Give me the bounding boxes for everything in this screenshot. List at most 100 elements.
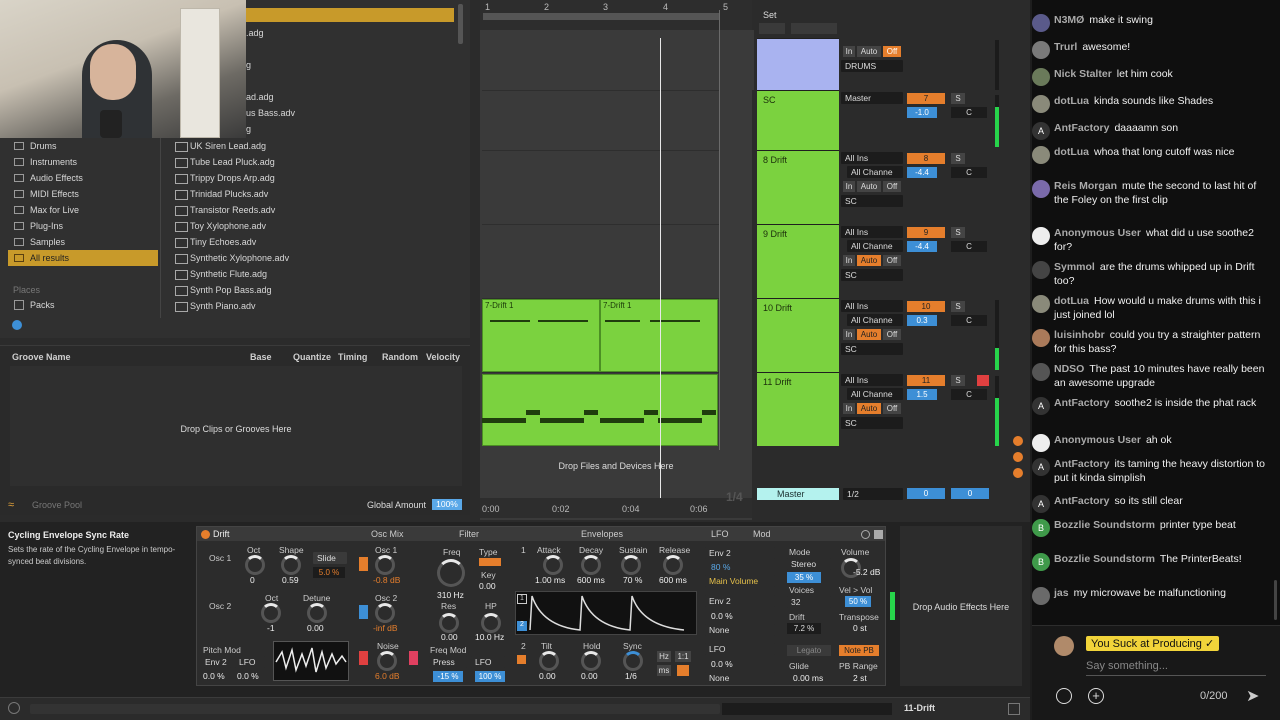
mod2-source[interactable]: Env 2 <box>705 595 775 607</box>
env1-sustain-knob[interactable] <box>621 555 641 575</box>
env1-attack-knob[interactable] <box>543 555 563 575</box>
groove-drop-area[interactable]: Drop Clips or Grooves Here <box>10 366 462 486</box>
mod1-destination[interactable]: Main Volume <box>705 575 775 587</box>
filter-res-knob[interactable] <box>439 613 459 633</box>
chat-username[interactable]: N3MØ <box>1054 14 1084 26</box>
pitch-mod-source2[interactable]: LFO <box>235 656 265 668</box>
browser-file[interactable]: Trinidad Plucks.adv <box>172 186 462 202</box>
transpose-value[interactable]: 0 st <box>853 623 867 633</box>
browser-file[interactable]: ad.adg <box>246 92 274 102</box>
pan-control[interactable]: C <box>951 241 987 252</box>
monitor-in[interactable]: In <box>843 181 855 192</box>
osc2-detune-knob[interactable] <box>307 603 327 623</box>
chat-username[interactable]: Bozzlie Soundstorm <box>1054 519 1155 531</box>
osc1-mode-dropdown[interactable]: Slide <box>313 552 347 564</box>
env2-ratio-button[interactable]: 1:1 <box>675 651 691 662</box>
browser-file[interactable]: .adg <box>246 28 264 38</box>
osc1-shape-knob[interactable] <box>281 555 301 575</box>
track-volume[interactable]: -4.4 <box>907 167 937 178</box>
pitch-mod-amount1[interactable]: 0.0 % <box>203 671 225 681</box>
track-volume[interactable]: 1.5 <box>907 389 937 400</box>
monitor-off[interactable]: Off <box>883 181 901 192</box>
track-8-drift[interactable]: 8 Drift <box>757 150 839 224</box>
mod2-amount[interactable]: 0.0 % <box>711 611 733 621</box>
chat-username[interactable]: luisinhobr <box>1054 329 1105 341</box>
env2-hz-button[interactable]: Hz <box>657 651 671 662</box>
mod2-destination[interactable]: None <box>705 624 775 636</box>
monitor-in[interactable]: In <box>843 46 855 57</box>
track-10-drift[interactable]: 10 Drift <box>757 298 839 372</box>
legato-button[interactable]: Legato <box>787 645 831 656</box>
tab-mod[interactable]: Mod <box>753 529 771 539</box>
filter-key-value[interactable]: 0.00 <box>479 581 496 591</box>
monitor-in[interactable]: In <box>843 403 855 414</box>
pan-control[interactable]: C <box>951 167 987 178</box>
osc2-enable[interactable] <box>359 605 368 619</box>
vel-vol-value[interactable]: 50 % <box>845 596 871 607</box>
track-number[interactable]: 8 <box>907 153 945 164</box>
env2-ms-button[interactable]: ms <box>657 665 671 676</box>
send-icon[interactable]: ➤ <box>1246 686 1259 706</box>
monitor-off[interactable]: Off <box>883 46 901 57</box>
device-close-icon[interactable] <box>874 530 883 539</box>
pan-control[interactable]: C <box>951 389 987 400</box>
chat-username[interactable]: Trurl <box>1054 41 1077 53</box>
sidechain-dropdown[interactable]: SC <box>841 343 903 355</box>
groove-col-name[interactable]: Groove Name <box>12 352 71 362</box>
freq-mod-source2[interactable]: LFO <box>471 656 505 668</box>
routing-dropdown[interactable]: DRUMS <box>841 60 903 72</box>
track-11-drift[interactable]: 11 Drift <box>757 372 839 446</box>
pb-range-value[interactable]: 2 st <box>853 673 867 683</box>
browser-file[interactable]: Synth Piano.adv <box>172 298 462 314</box>
routing-dropdown[interactable]: Master <box>841 92 903 104</box>
chat-input[interactable]: Say something... <box>1086 660 1266 676</box>
glide-value[interactable]: 0.00 ms <box>793 673 823 683</box>
channel-dropdown[interactable]: All Channe <box>847 388 903 400</box>
solo-button[interactable]: S <box>951 93 965 104</box>
env2-sync-knob[interactable] <box>623 651 643 671</box>
chat-username[interactable]: NDSO <box>1054 363 1084 375</box>
filter-hp-knob[interactable] <box>481 613 501 633</box>
track-volume[interactable]: -1.0 <box>907 107 937 118</box>
set-toolbar[interactable] <box>791 23 837 34</box>
master-pan[interactable]: 0 <box>951 488 989 499</box>
device-title-bar[interactable] <box>197 527 885 541</box>
track-volume[interactable]: -4.4 <box>907 241 937 252</box>
browser-file[interactable]: Toy Xylophone.adv <box>172 218 462 234</box>
browser-file[interactable]: Synthetic Flute.adg <box>172 266 462 282</box>
status-left-icon[interactable] <box>8 702 20 714</box>
chat-username[interactable]: dotLua <box>1054 295 1089 307</box>
chat-username[interactable]: AntFactory <box>1054 458 1109 470</box>
solo-button[interactable]: S <box>951 153 965 164</box>
chat-username[interactable]: dotLua <box>1054 95 1089 107</box>
mod3-destination[interactable]: None <box>705 672 775 684</box>
category-all-results[interactable]: All results <box>8 250 158 266</box>
monitor-auto[interactable]: Auto <box>857 255 881 266</box>
monitor-off[interactable]: Off <box>883 403 901 414</box>
track-lane-drums[interactable] <box>482 30 754 90</box>
env1-decay-knob[interactable] <box>581 555 601 575</box>
track-9-drift[interactable]: 9 Drift <box>757 224 839 298</box>
solo-button[interactable]: S <box>951 375 965 386</box>
chat-username[interactable]: Anonymous User <box>1054 227 1141 239</box>
status-right-icon[interactable] <box>1008 703 1020 715</box>
tab-lfo[interactable]: LFO <box>711 529 729 539</box>
track-number[interactable]: 10 <box>907 301 945 312</box>
osc2-oct-knob[interactable] <box>261 603 281 623</box>
sidechain-dropdown[interactable]: SC <box>841 269 903 281</box>
channel-dropdown[interactable]: All Channe <box>847 240 903 252</box>
time-ruler[interactable]: 0:00 0:02 0:04 0:06 1/4 <box>480 490 752 518</box>
chat-username[interactable]: AntFactory <box>1054 122 1109 134</box>
master-track[interactable]: Master <box>757 488 839 500</box>
mod3-amount[interactable]: 0.0 % <box>711 659 733 669</box>
midi-clip[interactable]: 7-Drift 1 <box>600 299 718 372</box>
input-dropdown[interactable]: All Ins <box>841 300 903 312</box>
sidechain-dropdown[interactable]: SC <box>841 417 903 429</box>
osc1-oct-knob[interactable] <box>245 555 265 575</box>
browser-scrollbar[interactable] <box>458 4 463 44</box>
pitch-mod-source1[interactable]: Env 2 <box>201 656 231 668</box>
add-icon[interactable]: + <box>1088 688 1104 704</box>
input-dropdown[interactable]: All Ins <box>841 152 903 164</box>
track-lane-9[interactable] <box>482 224 719 298</box>
browser-file[interactable]: g <box>246 124 251 134</box>
